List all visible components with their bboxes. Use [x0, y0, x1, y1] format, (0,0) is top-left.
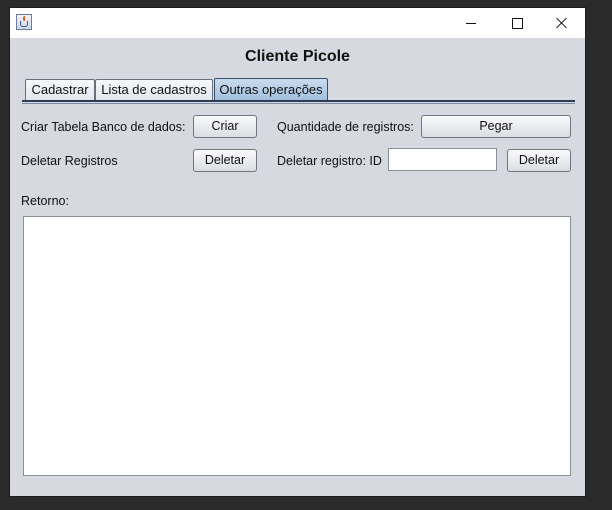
tab-cadastrar[interactable]: Cadastrar [25, 79, 95, 100]
tab-separator-shadow [22, 103, 575, 104]
close-icon [556, 17, 568, 29]
delete-records-label: Deletar Registros [21, 154, 118, 168]
return-label: Retorno: [21, 194, 69, 208]
delete-id-label: Deletar registro: ID [277, 154, 382, 168]
tab-lista-de-cadastros[interactable]: Lista de cadastros [95, 79, 213, 100]
record-count-label: Quantidade de registros: [277, 120, 414, 134]
page-title: Cliente Picole [245, 48, 350, 65]
close-button[interactable] [539, 8, 585, 38]
tab-separator [22, 100, 575, 102]
maximize-button[interactable] [494, 8, 540, 38]
title-bar[interactable] [10, 8, 585, 38]
delete-id-input[interactable] [388, 148, 497, 171]
minimize-button[interactable] [448, 8, 494, 38]
minimize-icon [466, 22, 476, 24]
java-cup-icon [16, 14, 32, 30]
maximize-icon [511, 17, 523, 29]
get-count-button[interactable]: Pegar [421, 115, 571, 138]
create-table-button[interactable]: Criar [193, 115, 257, 138]
tab-outras-operacoes[interactable]: Outras operações [214, 78, 328, 101]
create-table-label: Criar Tabela Banco de dados: [21, 120, 186, 134]
return-output-area[interactable] [23, 216, 571, 476]
delete-all-button[interactable]: Deletar [193, 149, 257, 172]
app-window: Cliente Picole Cadastrar Lista de cadast… [10, 8, 585, 496]
delete-id-button[interactable]: Deletar [507, 149, 571, 172]
